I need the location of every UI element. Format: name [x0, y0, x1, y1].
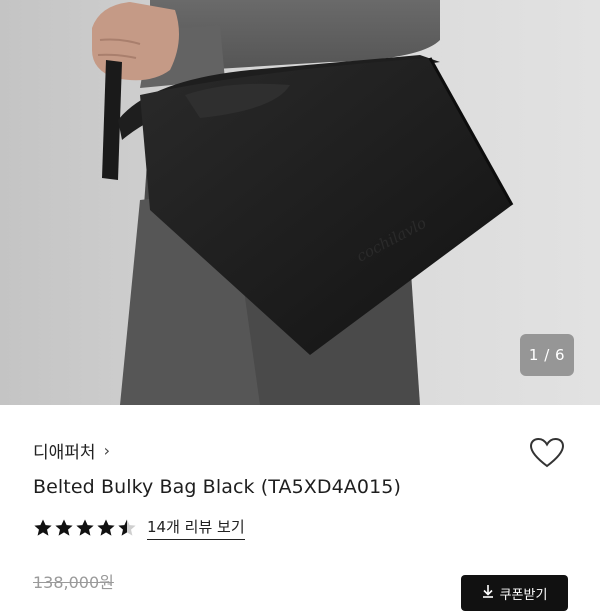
product-image-gallery[interactable]: cochilavlo 1 / 6: [0, 0, 600, 405]
original-price: 138,000원: [33, 573, 114, 592]
chevron-right-icon: ›: [103, 441, 110, 460]
product-title: Belted Bulky Bag Black (TA5XD4A015): [33, 476, 401, 498]
image-counter: 1 / 6: [520, 334, 574, 376]
heart-outline-icon: [529, 437, 565, 468]
star-icon: [55, 519, 73, 536]
product-photo: cochilavlo: [0, 0, 600, 405]
review-link[interactable]: 14개 리뷰 보기: [147, 516, 245, 540]
coupon-button[interactable]: 쿠폰받기: [461, 575, 568, 611]
star-icon: [34, 519, 52, 536]
star-icon: [118, 519, 136, 536]
product-info: 디애퍼처 › Belted Bulky Bag Black (TA5XD4A01…: [0, 405, 600, 611]
image-counter-text: 1 / 6: [528, 346, 566, 364]
star-icon: [97, 519, 115, 536]
star-rating: [33, 518, 137, 538]
rating-row: 14개 리뷰 보기: [33, 515, 245, 541]
star-icon: [76, 519, 94, 536]
wishlist-button[interactable]: [527, 433, 567, 473]
brand-name: 디애퍼처: [33, 443, 96, 463]
download-arrow-icon: [482, 584, 494, 602]
brand-link[interactable]: 디애퍼처 ›: [33, 438, 110, 463]
